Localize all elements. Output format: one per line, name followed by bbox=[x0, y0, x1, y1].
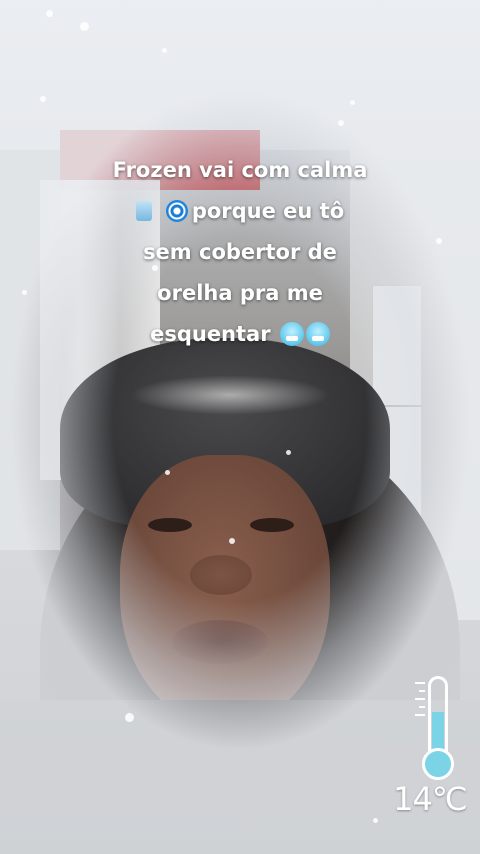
ice-cube-icon bbox=[135, 201, 152, 221]
cold-face-icon bbox=[279, 322, 304, 346]
snowflake bbox=[286, 450, 291, 455]
snowflake bbox=[350, 100, 355, 105]
snowflake bbox=[46, 10, 53, 17]
thermometer-bulb bbox=[422, 748, 454, 780]
caption-line-2: porque eu tô bbox=[40, 191, 440, 232]
caption-line-5: esquentar bbox=[40, 314, 440, 355]
cyclone-icon bbox=[165, 200, 188, 222]
snowflake bbox=[40, 96, 46, 102]
caption-text: Frozen vai com calma porque eu tô sem co… bbox=[40, 150, 440, 355]
snowflake bbox=[80, 22, 89, 31]
thermometer-ticks bbox=[415, 682, 425, 722]
thermometer-widget: 14℃ bbox=[385, 668, 475, 828]
caption-line-3: sem cobertor de bbox=[143, 240, 337, 264]
cold-face-icon bbox=[305, 322, 330, 346]
snowflake bbox=[338, 120, 344, 126]
snowflake bbox=[125, 713, 134, 722]
snowflake bbox=[22, 290, 27, 295]
caption-line-2-text: porque eu tô bbox=[191, 199, 345, 223]
caption-line-4: orelha pra me bbox=[157, 281, 323, 305]
caption-line-1: Frozen vai com calma bbox=[112, 158, 368, 182]
caption-line-5-text: esquentar bbox=[150, 322, 271, 346]
video-frame[interactable]: Frozen vai com calma porque eu tô sem co… bbox=[0, 0, 480, 854]
snowflake bbox=[165, 470, 170, 475]
snowflake bbox=[373, 818, 378, 823]
snowflake bbox=[229, 538, 235, 544]
snowflake bbox=[162, 48, 167, 53]
temperature-label: 14℃ bbox=[393, 780, 468, 818]
